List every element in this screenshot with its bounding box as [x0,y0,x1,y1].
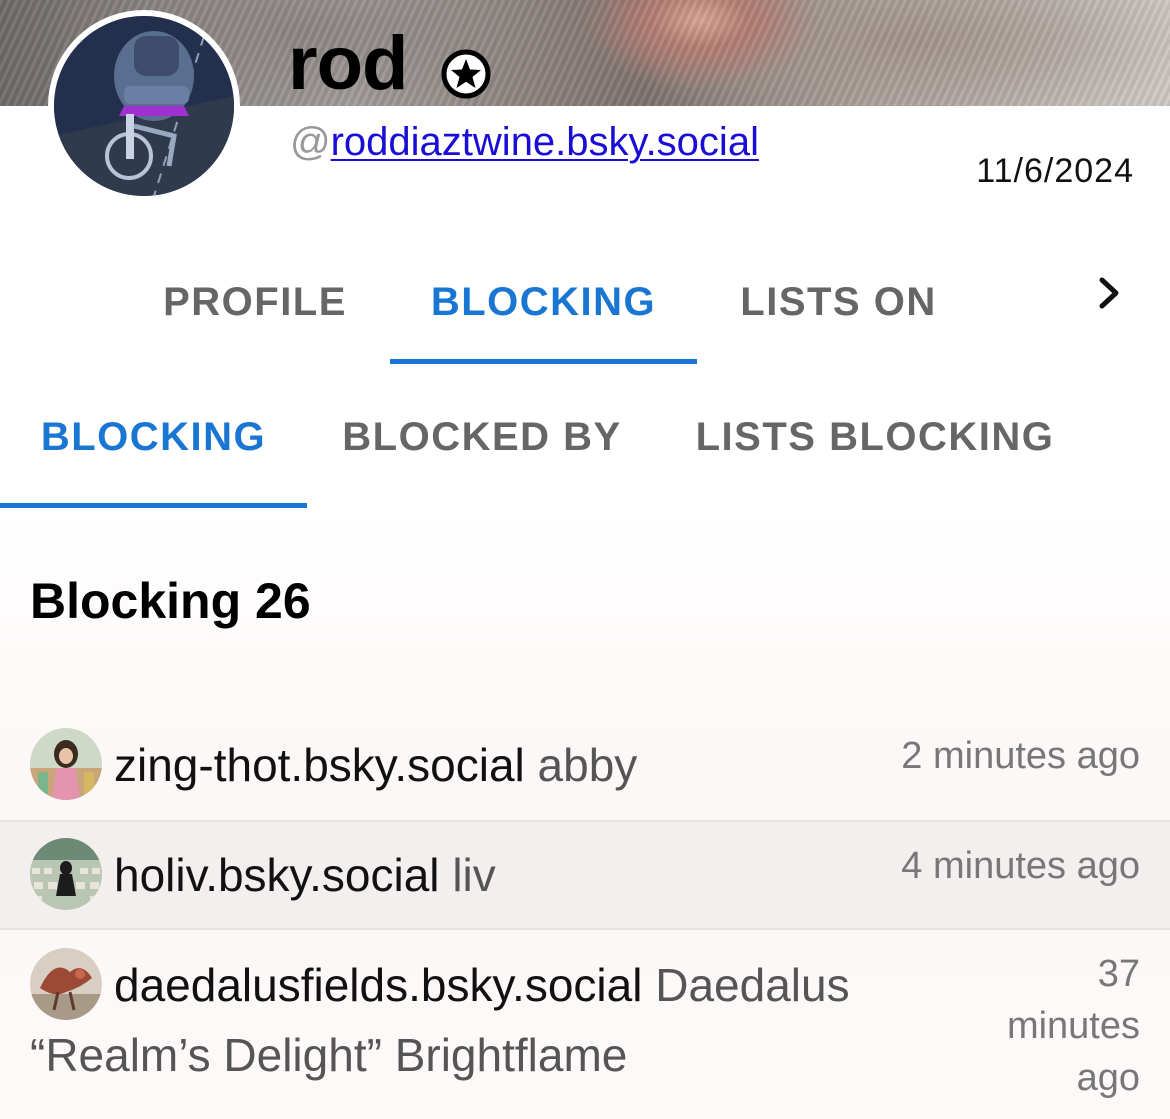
subtab-label: BLOCKED BY [342,414,622,459]
block-time-line: ago [1076,1057,1140,1099]
user-display-name: liv [452,849,496,901]
row-text: daedalusfields.bsky.social Daedalus “Rea… [30,950,890,1090]
user-avatar[interactable] [30,838,102,910]
user-handle[interactable]: daedalusfields.bsky.social [114,959,642,1011]
tab-label: LISTS ON [740,279,937,324]
secondary-tab-bar: BLOCKING BLOCKED BY LISTS BLOCKING [0,366,1170,508]
tab-label: PROFILE [163,279,347,324]
subtab-label: LISTS BLOCKING [695,414,1055,459]
user-avatar[interactable] [30,728,102,800]
subtab-blocking[interactable]: BLOCKING [0,366,307,508]
star-circle-icon [441,49,491,99]
user-handle[interactable]: zing-thot.bsky.social [114,739,525,791]
handle-prefix: @ [290,120,331,164]
profile-photo-bike [54,16,234,196]
subtab-blocked-by[interactable]: BLOCKED BY [307,366,657,508]
block-time-line: 37 [1097,953,1140,995]
user-display-name: abby [537,739,638,791]
subtab-lists-blocking[interactable]: LISTS BLOCKING [657,366,1093,508]
block-time-line: minutes [1006,1005,1140,1047]
display-name: rod [288,21,408,106]
block-time: 37 minutes ago [1007,948,1140,1104]
profile-avatar[interactable] [48,10,240,202]
block-time: 2 minutes ago [901,735,1140,777]
chevron-right-icon[interactable] [1090,268,1130,318]
tab-lists-on[interactable]: LISTS ON [697,240,980,364]
avatar-photo [30,838,102,910]
list-item[interactable]: zing-thot.bsky.social abby 2 minutes ago [0,710,1170,822]
tab-label: BLOCKING [430,279,657,324]
profile-handle: @roddiaztwine.bsky.social [290,118,759,166]
list-item[interactable]: holiv.bsky.social liv 4 minutes ago [0,822,1170,930]
profile-page: rod @roddiaztwine.bsky.social 11/6/2024 … [0,0,1170,1119]
tab-profile[interactable]: PROFILE [120,240,390,364]
handle-link[interactable]: roddiaztwine.bsky.social [331,120,759,164]
profile-date: 11/6/2024 [976,152,1134,190]
blocking-list: Blocking 26 zing-thot.bsky.social abby 2… [0,508,1170,1119]
user-handle[interactable]: holiv.bsky.social [114,849,440,901]
list-item[interactable]: daedalusfields.bsky.social Daedalus “Rea… [0,930,1170,1119]
avatar-photo [30,728,102,800]
primary-tab-bar: PROFILE BLOCKING LISTS ON [0,240,1170,364]
section-title: Blocking 26 [30,573,311,629]
subtab-label: BLOCKING [40,414,267,459]
block-time: 4 minutes ago [901,845,1140,887]
row-text: zing-thot.bsky.social abby [114,730,637,800]
tab-blocking[interactable]: BLOCKING [390,240,697,364]
row-text: holiv.bsky.social liv [114,840,496,910]
